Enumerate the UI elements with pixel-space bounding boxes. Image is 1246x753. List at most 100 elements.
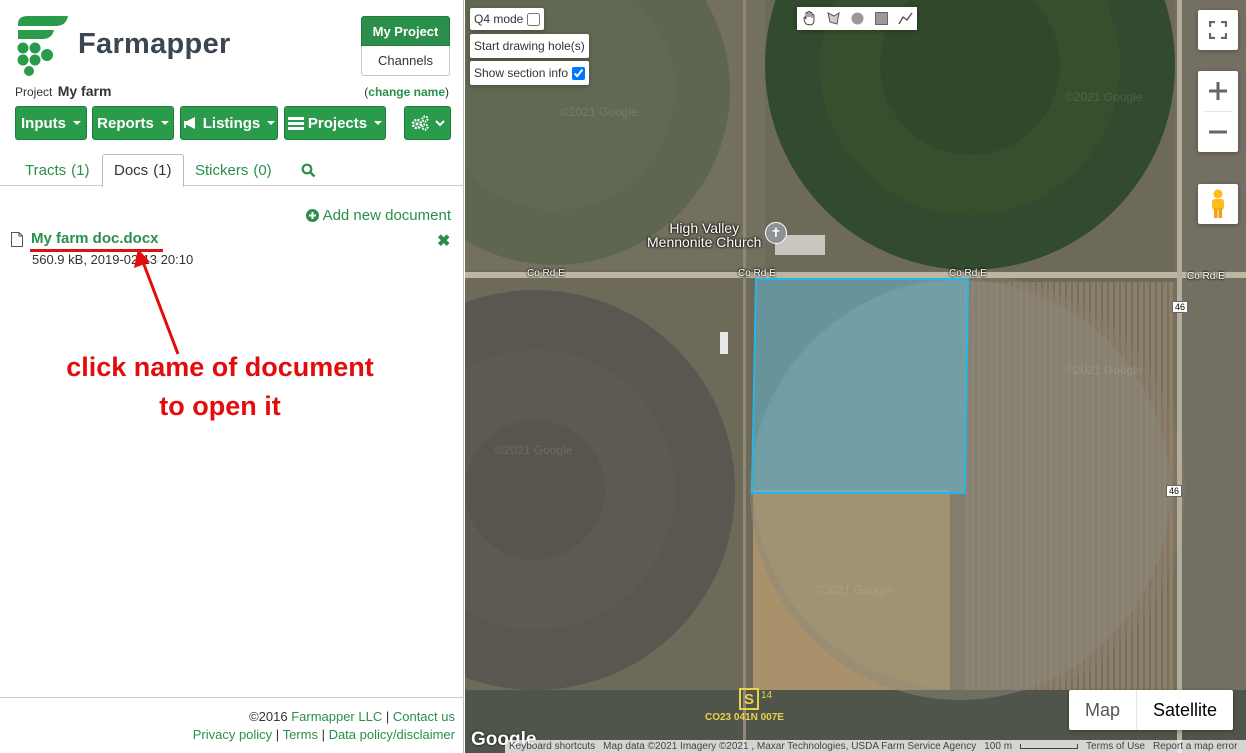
sidebar: Farmapper My Project Channels Project My… <box>0 0 464 753</box>
fullscreen-button[interactable] <box>1198 10 1238 50</box>
church-icon[interactable]: ✝ <box>765 222 787 244</box>
scale-label[interactable]: 100 m <box>984 741 1012 752</box>
plus-circle-icon <box>305 209 319 222</box>
road-label: Co Rd E <box>949 268 987 279</box>
watermark: ©2021 Google <box>1065 363 1143 377</box>
q4-mode-checkbox[interactable] <box>527 12 541 26</box>
scale-bar <box>1020 744 1079 749</box>
zoom-in-button[interactable] <box>1209 71 1227 111</box>
watermark: ©2021 Google <box>495 443 573 457</box>
annotation-text: click name of document to open it <box>40 348 400 426</box>
show-section-info-checkbox[interactable] <box>572 66 586 80</box>
poi-line-1: High Valley <box>669 220 740 236</box>
change-name-link[interactable]: change name <box>368 85 445 99</box>
project-line: Project My farm <box>15 83 111 99</box>
start-drawing-holes-button[interactable]: Start drawing hole(s) <box>470 34 589 58</box>
contact-link[interactable]: Contact us <box>393 709 455 724</box>
delete-document-icon[interactable]: ✖ <box>437 231 450 251</box>
caret-down-icon <box>160 121 169 125</box>
plus-icon <box>1209 82 1227 100</box>
privacy-policy-link[interactable]: Privacy policy <box>193 727 272 742</box>
map-type-satellite-button[interactable]: Satellite <box>1137 690 1233 730</box>
map-attribution: Keyboard shortcuts Map data ©2021 Imager… <box>505 740 1246 753</box>
tab-stickers-label: Stickers <box>195 161 249 179</box>
settings-menu-button[interactable] <box>404 106 451 140</box>
caret-down-icon <box>73 121 81 125</box>
rectangle-draw-icon[interactable] <box>869 7 893 30</box>
watermark: ©2021 Google <box>560 105 638 119</box>
reports-menu-button[interactable]: Reports <box>92 106 174 140</box>
change-name: (change name) <box>364 85 449 99</box>
hand-pan-icon[interactable] <box>797 7 821 30</box>
section-marker-icon[interactable]: S <box>739 688 759 710</box>
channels-button[interactable]: Channels <box>361 46 450 76</box>
add-new-document-button[interactable]: Add new document <box>305 207 451 224</box>
annotation-line-1: click name of document <box>66 352 374 382</box>
data-policy-link[interactable]: Data policy/disclaimer <box>329 727 455 742</box>
document-name-link[interactable]: My farm doc.docx <box>31 230 159 247</box>
inputs-label: Inputs <box>21 114 66 132</box>
tab-tracts-count: (1) <box>71 161 90 179</box>
street-view-pegman[interactable] <box>1198 184 1238 224</box>
polygon-draw-icon[interactable] <box>821 7 845 30</box>
farmapper-logo-icon <box>17 16 68 76</box>
zoom-out-button[interactable] <box>1209 112 1227 152</box>
footer-line-2: Privacy policy | Terms | Data policy/dis… <box>192 727 455 742</box>
highway-shield: 46 <box>1166 485 1183 497</box>
terms-link[interactable]: Terms <box>283 727 318 742</box>
poi-label[interactable]: High Valley Mennonite Church <box>647 221 761 249</box>
drawing-toolbar <box>797 7 917 30</box>
my-project-button[interactable]: My Project <box>361 16 450 46</box>
poi-line-2: Mennonite Church <box>647 234 762 250</box>
tab-tracts-label: Tracts <box>25 161 67 179</box>
keyboard-shortcuts-link[interactable]: Keyboard shortcuts <box>509 741 595 752</box>
map-data-attribution: Map data ©2021 Imagery ©2021 , Maxar Tec… <box>603 741 977 752</box>
project-label: Project <box>15 85 53 99</box>
pegman-icon <box>1212 189 1224 218</box>
projects-label: Projects <box>307 114 368 132</box>
listings-menu-button[interactable]: Listings <box>180 106 278 140</box>
highway-shield: 46 <box>1172 301 1189 313</box>
projects-menu-button[interactable]: Projects <box>284 106 386 140</box>
polyline-draw-icon[interactable] <box>893 7 917 30</box>
tab-docs-count: (1) <box>153 162 172 179</box>
map-type-control: Map Satellite <box>1069 690 1234 730</box>
road-label: Co Rd E <box>527 268 565 279</box>
search-icon <box>301 163 316 177</box>
q4-mode-label: Q4 mode <box>474 12 524 26</box>
road-label: Co Rd E <box>738 268 776 279</box>
show-section-info-toggle[interactable]: Show section info <box>470 61 590 85</box>
add-new-document-label: Add new document <box>322 207 451 224</box>
start-drawing-holes-label: Start drawing hole(s) <box>474 39 585 53</box>
list-icon <box>287 116 304 130</box>
footer-line-1: ©2016 Farmapper LLC | Contact us <box>249 709 455 724</box>
circle-draw-icon[interactable] <box>845 7 869 30</box>
watermark: ©2021 Google <box>1065 90 1143 104</box>
q4-mode-toggle[interactable]: Q4 mode <box>470 8 545 30</box>
brand-name: Farmapper <box>78 28 231 60</box>
show-section-info-label: Show section info <box>474 66 569 80</box>
tab-bar: Tracts (1) Docs (1) Stickers (0) <box>0 154 464 187</box>
report-map-error-link[interactable]: Report a map error <box>1153 741 1237 752</box>
tab-stickers-count: (0) <box>253 161 272 179</box>
document-meta: 560.9 kB, 2019-02-13 20:10 <box>32 252 194 267</box>
inputs-menu-button[interactable]: Inputs <box>15 106 87 140</box>
map-view[interactable]: ©2021 Google ©2021 Google ©2021 Google ©… <box>465 0 1246 753</box>
tab-docs-label: Docs <box>114 162 149 179</box>
watermark: ©2021 Google <box>815 583 893 597</box>
tab-search[interactable] <box>290 154 327 186</box>
terms-of-use-link[interactable]: Terms of Use <box>1086 741 1145 752</box>
annotation-line-2: to open it <box>159 391 281 421</box>
reports-label: Reports <box>97 114 154 132</box>
map-type-map-button[interactable]: Map <box>1069 690 1138 730</box>
bullhorn-icon <box>183 117 195 129</box>
tab-docs[interactable]: Docs (1) <box>102 154 184 187</box>
file-icon <box>11 232 23 247</box>
tab-stickers[interactable]: Stickers (0) <box>184 154 283 186</box>
tab-tracts[interactable]: Tracts (1) <box>14 154 100 186</box>
zoom-control <box>1198 71 1238 152</box>
caret-down-icon <box>374 121 383 125</box>
company-link[interactable]: Farmapper LLC <box>291 709 382 724</box>
gears-icon <box>411 115 429 131</box>
minus-icon <box>1209 130 1227 134</box>
